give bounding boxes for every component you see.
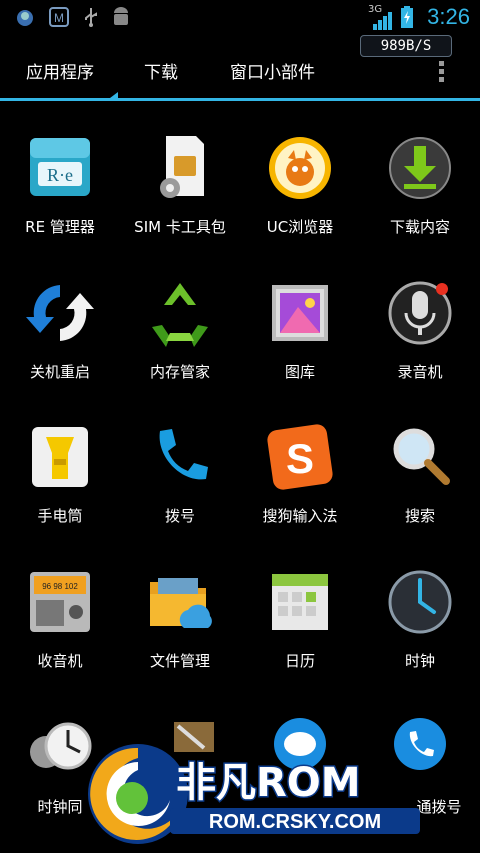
flashlight-icon [32, 427, 88, 487]
gallery-icon [272, 285, 328, 341]
file-manager-icon [150, 578, 212, 628]
app-phone[interactable]: 拨号 [120, 421, 240, 526]
sogou-input-icon: S [267, 424, 333, 490]
app-recorder[interactable]: 录音机 [360, 277, 480, 382]
battery-icon [401, 6, 413, 28]
watermark-url: ROM.CRSKY.COM [209, 811, 381, 833]
watermark-brand: 非凡ROM [176, 760, 361, 806]
app-label: RE 管理器 [25, 218, 95, 236]
reboot-icon [26, 285, 94, 341]
svg-text:S: S [286, 435, 314, 482]
app-label: 关机重启 [29, 363, 90, 381]
tab-apps[interactable]: 应用程序 [26, 58, 94, 83]
clock-icon [388, 570, 452, 634]
app-flashlight[interactable]: 手电筒 [0, 421, 120, 526]
app-label: 手电筒 [37, 507, 83, 525]
app-label: 搜索 [404, 507, 435, 525]
app-gallery[interactable]: 图库 [240, 277, 360, 382]
tab-widgets[interactable]: 窗口小部件 [230, 58, 315, 83]
app-uc-browser[interactable]: UC浏览器 [240, 132, 360, 237]
app-label: 录音机 [397, 363, 443, 381]
app-calendar[interactable]: 日历 [240, 566, 360, 671]
app-radio[interactable]: 96 98 102 收音机 [0, 566, 120, 671]
app-search[interactable]: 搜索 [360, 421, 480, 526]
downloads-icon [389, 137, 451, 199]
radio-icon: 96 98 102 [30, 572, 90, 632]
svg-text:96 98 102: 96 98 102 [42, 582, 78, 591]
app-label: 文件管理 [149, 652, 210, 670]
tab-underline [0, 98, 480, 101]
app-label: 图库 [284, 363, 315, 381]
app-clock[interactable]: 时钟 [360, 566, 480, 671]
sim-toolkit-icon [160, 136, 204, 198]
app-label: UC浏览器 [266, 218, 334, 236]
app-label: 时钟 [404, 652, 435, 670]
app-label: 收音机 [37, 652, 83, 670]
m-app-icon: M [49, 7, 69, 27]
signal-icon [373, 12, 392, 30]
usb-icon [85, 8, 97, 27]
app-label: 搜狗输入法 [262, 507, 338, 525]
app-memory-manager[interactable]: 内存管家 [120, 277, 240, 382]
search-icon [393, 428, 450, 485]
overflow-menu-icon[interactable] [436, 58, 446, 82]
app-reboot[interactable]: 关机重启 [0, 277, 120, 382]
svg-text:R·e: R·e [47, 165, 73, 185]
memory-manager-icon [152, 283, 208, 347]
recorder-icon [388, 281, 452, 345]
app-label: 日历 [284, 652, 315, 670]
phone-icon [159, 429, 208, 480]
app-downloads[interactable]: 下载内容 [360, 132, 480, 237]
app-label: 拨号 [164, 507, 195, 525]
app-sim-toolkit[interactable]: SIM 卡工具包 [120, 132, 240, 237]
status-bar: M 3G 3:26 [0, 0, 480, 34]
tab-downloads[interactable]: 下载 [144, 58, 178, 83]
app-re-manager[interactable]: R·e RE 管理器 [0, 132, 120, 237]
uc-browser-icon [269, 137, 331, 199]
svg-text:M: M [54, 11, 64, 25]
app-file-manager[interactable]: 文件管理 [120, 566, 240, 671]
calendar-icon [272, 574, 328, 630]
app-label: 内存管家 [149, 363, 210, 381]
crsky-rom-watermark-logo: 非凡ROM ROM.CRSKY.COM [88, 744, 420, 844]
app-label: SIM 卡工具包 [134, 218, 226, 236]
re-manager-icon: R·e [30, 138, 90, 196]
bird-icon [17, 10, 33, 26]
clock-time: 3:26 [427, 4, 470, 29]
app-label: 下载内容 [389, 218, 450, 236]
app-sogou-input[interactable]: S 搜狗输入法 [240, 421, 360, 526]
android-debug-icon [114, 7, 128, 25]
